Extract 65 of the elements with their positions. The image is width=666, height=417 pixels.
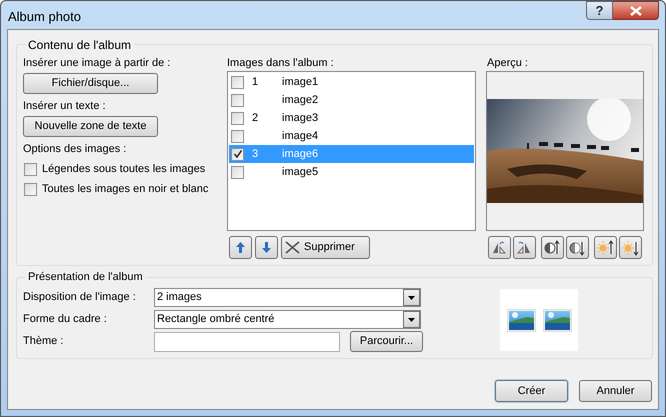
image-name: image4 (282, 128, 318, 144)
delete-button[interactable]: Supprimer (281, 236, 370, 259)
field-label: Thème : (23, 334, 64, 350)
landscape-icon (506, 308, 536, 332)
file-button[interactable]: Fichier/disque... (23, 73, 158, 94)
image-name: image1 (282, 74, 318, 90)
label: Insérer une image à partir de : (23, 56, 170, 71)
rotate-right-button[interactable] (513, 236, 536, 259)
list-row[interactable]: 1 image1 (229, 73, 474, 91)
label: Images dans l'album : (227, 56, 334, 71)
field-label: Forme du cadre : (23, 312, 108, 328)
image-name: image6 (282, 146, 318, 162)
move-down-button[interactable] (255, 236, 278, 259)
list-row[interactable]: 2 image3 (229, 109, 474, 127)
checkbox[interactable] (231, 76, 244, 88)
image-name: image3 (282, 110, 318, 126)
checkbox[interactable] (24, 182, 37, 196)
landscape-icon (542, 308, 572, 332)
list-row[interactable]: image5 (229, 163, 474, 181)
checkbox-label[interactable]: Légendes sous toutes les images (42, 160, 206, 178)
image-number: 2 (251, 110, 260, 126)
label: Aperçu : (487, 56, 528, 71)
image-list[interactable]: 1 image1 image2 2 image3 image4 3 image6 image5 (227, 71, 476, 231)
image-name: image2 (282, 92, 318, 108)
up-arrow-icon (236, 242, 245, 253)
browse-button[interactable]: Parcourir... (350, 331, 423, 352)
theme-field[interactable] (154, 332, 340, 352)
rotate-left-button[interactable] (488, 236, 511, 259)
sun-arrow-icon (597, 239, 614, 256)
checkbox[interactable] (231, 130, 244, 142)
brightness-down-button[interactable] (619, 236, 642, 259)
down-arrow-icon (262, 242, 271, 253)
help-button[interactable]: ? (586, 1, 613, 20)
list-row[interactable]: image2 (229, 91, 474, 109)
move-up-button[interactable] (229, 236, 252, 259)
checkbox[interactable] (231, 112, 244, 124)
half-circle-arrow-icon (569, 239, 586, 256)
image-name: image5 (282, 164, 318, 180)
image-number: 3 (251, 146, 260, 162)
checkbox-label[interactable]: Toutes les images en noir et blanc (42, 180, 208, 198)
brightness-up-button[interactable] (594, 236, 617, 259)
dropdown[interactable]: Rectangle ombré centré (154, 310, 421, 329)
contrast-up-button[interactable] (541, 236, 564, 259)
checkbox[interactable] (231, 166, 244, 178)
label: Insérer un texte : (23, 99, 106, 114)
text-box-button[interactable]: Nouvelle zone de texte (23, 116, 158, 137)
create-button[interactable]: Créer (495, 380, 568, 402)
sun-arrow-icon (622, 239, 639, 256)
field-label: Disposition de l'image : (23, 290, 137, 306)
triangles-arrow-icon (516, 239, 533, 256)
contrast-down-button[interactable] (566, 236, 589, 259)
half-circle-arrow-icon (544, 239, 561, 256)
checkbox[interactable] (24, 162, 37, 176)
x-icon (285, 241, 300, 254)
label: Options des images : (23, 142, 126, 157)
close-button[interactable] (613, 1, 659, 20)
close-icon (630, 6, 642, 16)
image-number: 1 (251, 74, 260, 90)
cancel-button[interactable]: Annuler (579, 380, 652, 402)
dropdown[interactable]: 2 images (154, 288, 421, 307)
window-title: Album photo (8, 8, 81, 26)
triangles-arrow-icon (491, 239, 508, 256)
list-row[interactable]: image4 (229, 127, 474, 145)
checkbox[interactable] (231, 94, 244, 106)
checkbox[interactable] (231, 148, 244, 160)
